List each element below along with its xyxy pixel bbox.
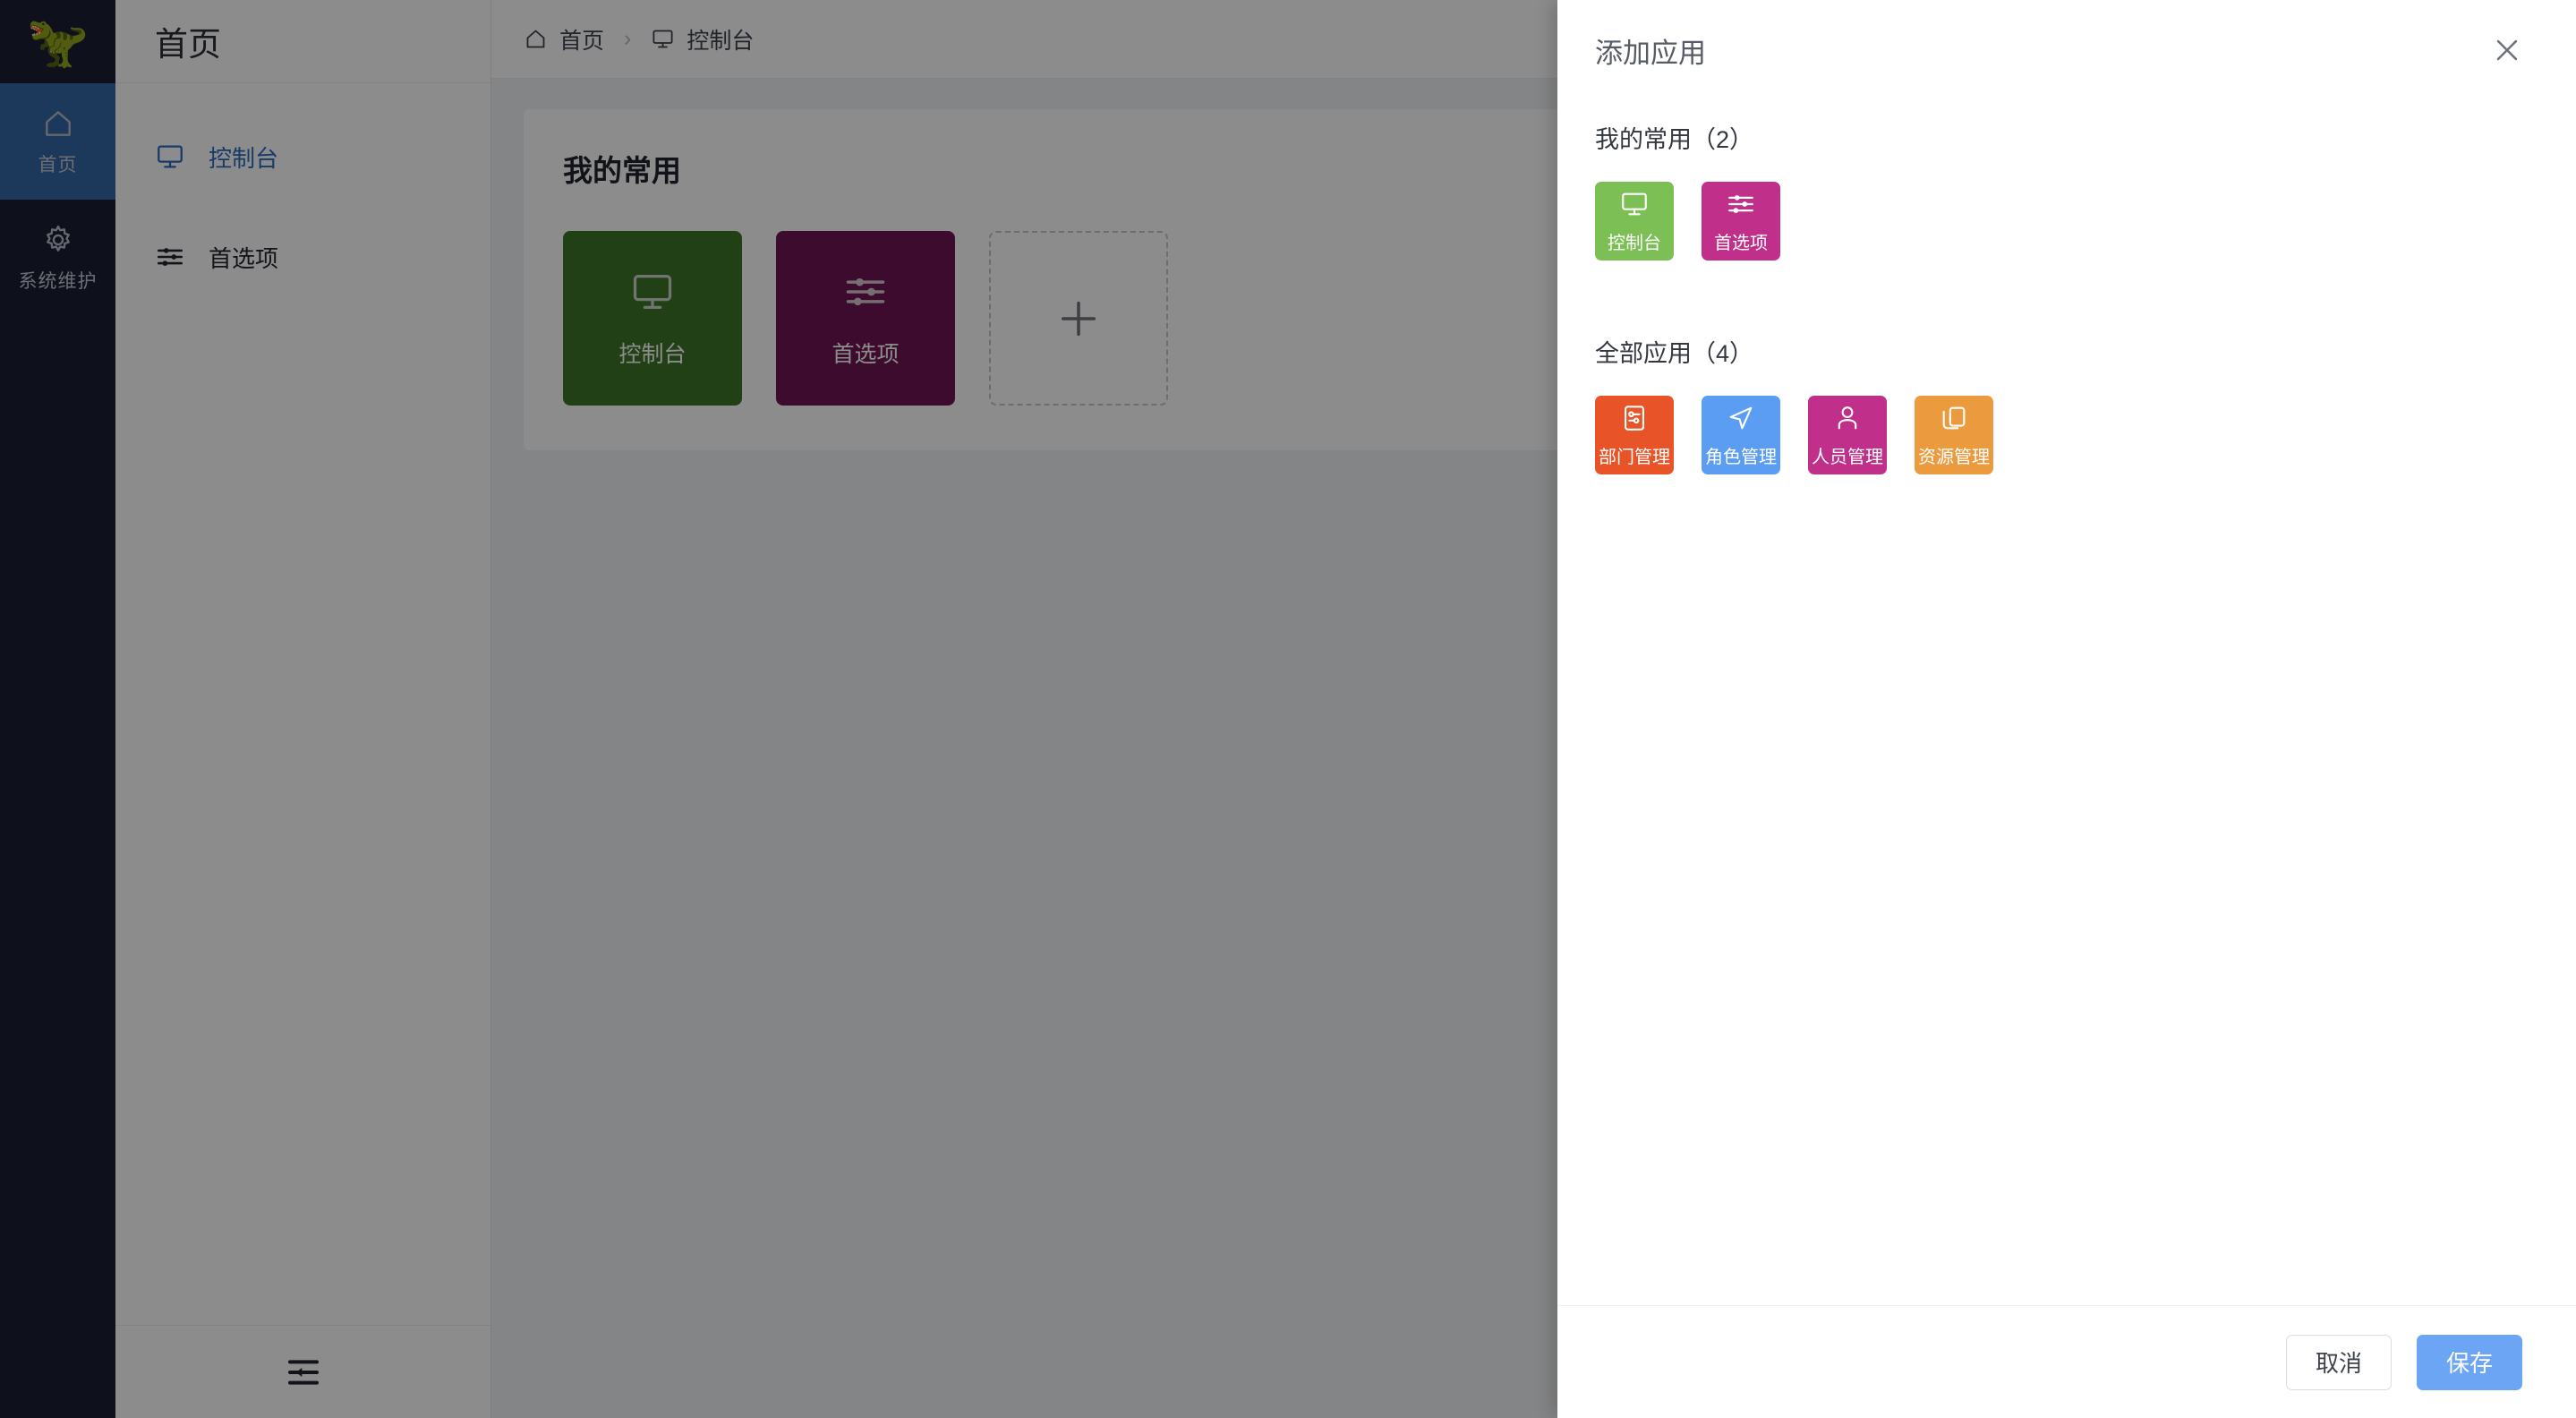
app-tile-role-management[interactable]: 角色管理 (1702, 396, 1780, 474)
copy-layers-icon (1942, 406, 1966, 429)
all-apps-tiles: 部门管理 角色管理 人员管理 资源管理 (1595, 396, 2538, 474)
app-tile-role-management-label: 角色管理 (1705, 447, 1777, 467)
app-tile-department-management-label: 部门管理 (1599, 447, 1670, 467)
all-apps-group-title: 全部应用（4） (1595, 340, 1754, 367)
drawer-title: 添加应用 (1595, 37, 1706, 69)
monitor-icon (1622, 192, 1647, 215)
app-tile-preferences-label: 首选项 (1714, 233, 1768, 253)
cancel-button[interactable]: 取消 (2286, 1334, 2392, 1390)
save-button[interactable]: 保存 (2417, 1334, 2522, 1390)
person-icon (1838, 406, 1857, 429)
close-icon[interactable] (2492, 35, 2522, 65)
drawer-body: 我的常用（2） 控制台 首选项 全部应用（4） 部门管理 角色管理 人员管理 资… (1557, 100, 2576, 1305)
app-tile-personnel-management[interactable]: 人员管理 (1808, 396, 1887, 474)
app-tile-console[interactable]: 控制台 (1595, 182, 1674, 261)
drawer-footer: 取消 保存 (1557, 1305, 2576, 1418)
app-tile-department-management[interactable]: 部门管理 (1595, 396, 1674, 474)
my-favorites-group-title: 我的常用（2） (1595, 126, 1754, 153)
app-tile-personnel-management-label: 人员管理 (1812, 447, 1883, 467)
app-tile-console-label: 控制台 (1608, 233, 1661, 253)
app-tile-resource-management-label: 资源管理 (1918, 447, 1990, 467)
app-tile-preferences[interactable]: 首选项 (1702, 182, 1780, 261)
drawer-header: 添加应用 (1557, 0, 2576, 100)
app-root: 🦖 首页 系统维护 首页 控制台 首选项 首页 › 控制台 我的常用 控制台 首… (0, 0, 2576, 1418)
navigation-arrow-icon (1729, 406, 1753, 429)
my-favorites-tiles: 控制台 首选项 (1595, 182, 2538, 261)
app-tile-resource-management[interactable]: 资源管理 (1915, 396, 1993, 474)
sliders-icon (1728, 194, 1753, 213)
form-list-icon (1625, 405, 1644, 431)
add-app-drawer: 添加应用 我的常用（2） 控制台 首选项 全部应用（4） 部门管理 角色管理 人… (1557, 0, 2576, 1418)
